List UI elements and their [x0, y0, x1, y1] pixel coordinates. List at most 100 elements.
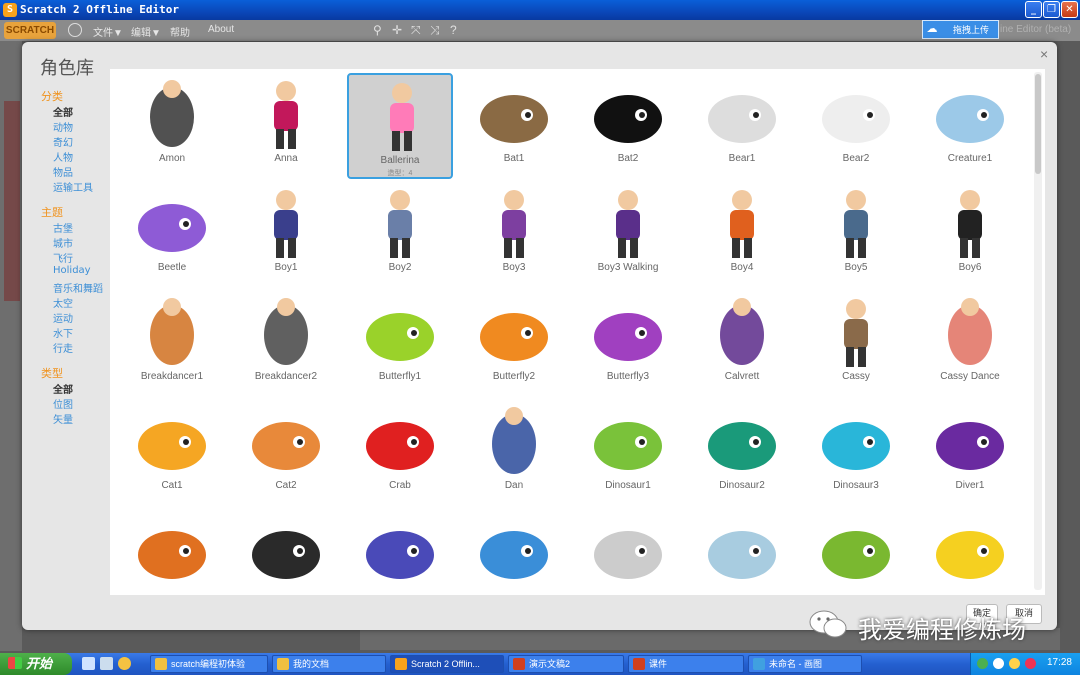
chrome-icon[interactable]	[118, 657, 131, 670]
volume-icon[interactable]	[993, 658, 1004, 669]
sprite-tile[interactable]: Ballerina 造型：4	[347, 73, 453, 179]
sprite-tile[interactable]: Boy4	[689, 182, 795, 288]
sprite-thumbnail	[822, 95, 890, 143]
task-app-icon	[277, 658, 289, 670]
taskbar-task[interactable]: Scratch 2 Offlin...	[390, 655, 504, 673]
type-item[interactable]: 全部	[53, 381, 73, 396]
sprite-tile[interactable]: Bat2	[575, 73, 681, 179]
category-item[interactable]: 人物	[53, 149, 73, 164]
category-item[interactable]: 全部	[53, 104, 73, 119]
sprite-tile[interactable]: Dinosaur1	[575, 400, 681, 506]
category-item[interactable]: 运输工具	[53, 179, 93, 194]
cloud-icon: ☁	[926, 23, 938, 35]
ie-icon[interactable]	[100, 657, 113, 670]
scratch-logo[interactable]: SCRATCH	[4, 22, 56, 39]
dialog-close-button[interactable]: ×	[1040, 46, 1048, 62]
sprite-name: Boy5	[844, 262, 868, 273]
sprite-tile[interactable]: Boy6	[917, 182, 1023, 288]
taskbar-task[interactable]: 我的文档	[272, 655, 386, 673]
sprite-tile[interactable]: Boy3	[461, 182, 567, 288]
sprite-name: Beetle	[157, 262, 187, 273]
theme-item[interactable]: 城市	[53, 235, 73, 250]
sprite-name: Cat1	[161, 480, 183, 491]
sprite-tile[interactable]	[917, 509, 1023, 595]
minimize-button[interactable]: _	[1025, 1, 1042, 18]
sprite-tile[interactable]: Cat1	[119, 400, 225, 506]
sprite-tile[interactable]: Dan	[461, 400, 567, 506]
sprite-tile[interactable]: Boy1	[233, 182, 339, 288]
duplicate-tool-icon[interactable]: ⚲	[373, 23, 382, 37]
sprite-tile[interactable]	[347, 509, 453, 595]
type-item[interactable]: 位图	[53, 396, 73, 411]
close-window-button[interactable]: ✕	[1061, 1, 1078, 18]
taskbar-task[interactable]: 演示文稿2	[508, 655, 624, 673]
type-item[interactable]: 矢量	[53, 411, 73, 426]
category-item[interactable]: 奇幻	[53, 134, 73, 149]
sprite-tile[interactable]	[233, 509, 339, 595]
network-icon[interactable]	[977, 658, 988, 669]
sprite-tile[interactable]: Amon	[119, 73, 225, 179]
sprite-tile[interactable]: Breakdancer2	[233, 291, 339, 397]
security-icon[interactable]	[1025, 658, 1036, 669]
sprite-tile[interactable]	[575, 509, 681, 595]
sprite-tile[interactable]: Crab	[347, 400, 453, 506]
sprite-tile[interactable]	[803, 509, 909, 595]
shrink-tool-icon[interactable]: ⤨	[430, 23, 440, 38]
sprite-tile[interactable]: Cat2	[233, 400, 339, 506]
scrollbar-thumb[interactable]	[1035, 74, 1041, 174]
sprite-tile[interactable]: Diver1	[917, 400, 1023, 506]
sprite-tile[interactable]: Butterfly1	[347, 291, 453, 397]
sprite-tile[interactable]: Dinosaur3	[803, 400, 909, 506]
cut-tool-icon[interactable]: ✛	[392, 23, 402, 37]
sprite-tile[interactable]: Butterfly2	[461, 291, 567, 397]
menu-help[interactable]: 帮助	[170, 24, 190, 39]
sprite-tile[interactable]: Bat1	[461, 73, 567, 179]
sprite-tile[interactable]: Anna	[233, 73, 339, 179]
sprite-tile[interactable]	[119, 509, 225, 595]
taskbar-task[interactable]: 课件	[628, 655, 744, 673]
help-tool-icon[interactable]: ?	[450, 23, 457, 37]
sprite-thumbnail	[252, 531, 320, 579]
sprite-tile[interactable]	[689, 509, 795, 595]
sprite-tile[interactable]: Boy3 Walking	[575, 182, 681, 288]
ime-icon[interactable]	[1009, 658, 1020, 669]
menu-edit[interactable]: 编辑▼	[131, 24, 161, 39]
start-button[interactable]: 开始	[0, 653, 72, 675]
show-desktop-icon[interactable]	[82, 657, 95, 670]
theme-item[interactable]: 音乐和舞蹈	[53, 280, 103, 295]
sprite-thumbnail	[366, 313, 434, 361]
sprite-thumbnail	[958, 190, 982, 258]
sprite-tile[interactable]: Calvrett	[689, 291, 795, 397]
category-item[interactable]: 动物	[53, 119, 73, 134]
menu-file[interactable]: 文件▼	[93, 24, 123, 39]
sprite-tile[interactable]: Cassy	[803, 291, 909, 397]
sprite-tile[interactable]: Bear1	[689, 73, 795, 179]
sprite-name: Dinosaur3	[833, 480, 879, 491]
taskbar-task[interactable]: 未命名 - 画图	[748, 655, 862, 673]
sprite-tile[interactable]: Boy5	[803, 182, 909, 288]
sprite-tile[interactable]: Dinosaur2	[689, 400, 795, 506]
theme-item[interactable]: 飞行	[53, 250, 73, 265]
theme-item[interactable]: 运动	[53, 310, 73, 325]
theme-item[interactable]: 太空	[53, 295, 73, 310]
theme-item[interactable]: 水下	[53, 325, 73, 340]
sprite-thumbnail	[730, 190, 754, 258]
grow-tool-icon[interactable]: ⤧	[411, 23, 421, 38]
sprite-tile[interactable]	[461, 509, 567, 595]
theme-item[interactable]: 行走	[53, 340, 73, 355]
sprite-tile[interactable]: Bear2	[803, 73, 909, 179]
maximize-button[interactable]: ❐	[1043, 1, 1060, 18]
theme-item[interactable]: 古堡	[53, 220, 73, 235]
taskbar-task[interactable]: scratch编程初体验	[150, 655, 268, 673]
sprite-tile[interactable]: Creature1	[917, 73, 1023, 179]
menu-about[interactable]: About	[208, 24, 234, 35]
sprite-tile[interactable]: Cassy Dance	[917, 291, 1023, 397]
sprite-tile[interactable]: Boy2	[347, 182, 453, 288]
category-item[interactable]: 物品	[53, 164, 73, 179]
sprite-tile[interactable]: Beetle	[119, 182, 225, 288]
globe-icon[interactable]	[68, 23, 82, 37]
sprite-tile[interactable]: Breakdancer1	[119, 291, 225, 397]
theme-item[interactable]: Holiday	[53, 265, 91, 276]
sprite-tile[interactable]: Butterfly3	[575, 291, 681, 397]
drag-upload-button[interactable]: ☁ 拖拽上传	[922, 20, 999, 39]
